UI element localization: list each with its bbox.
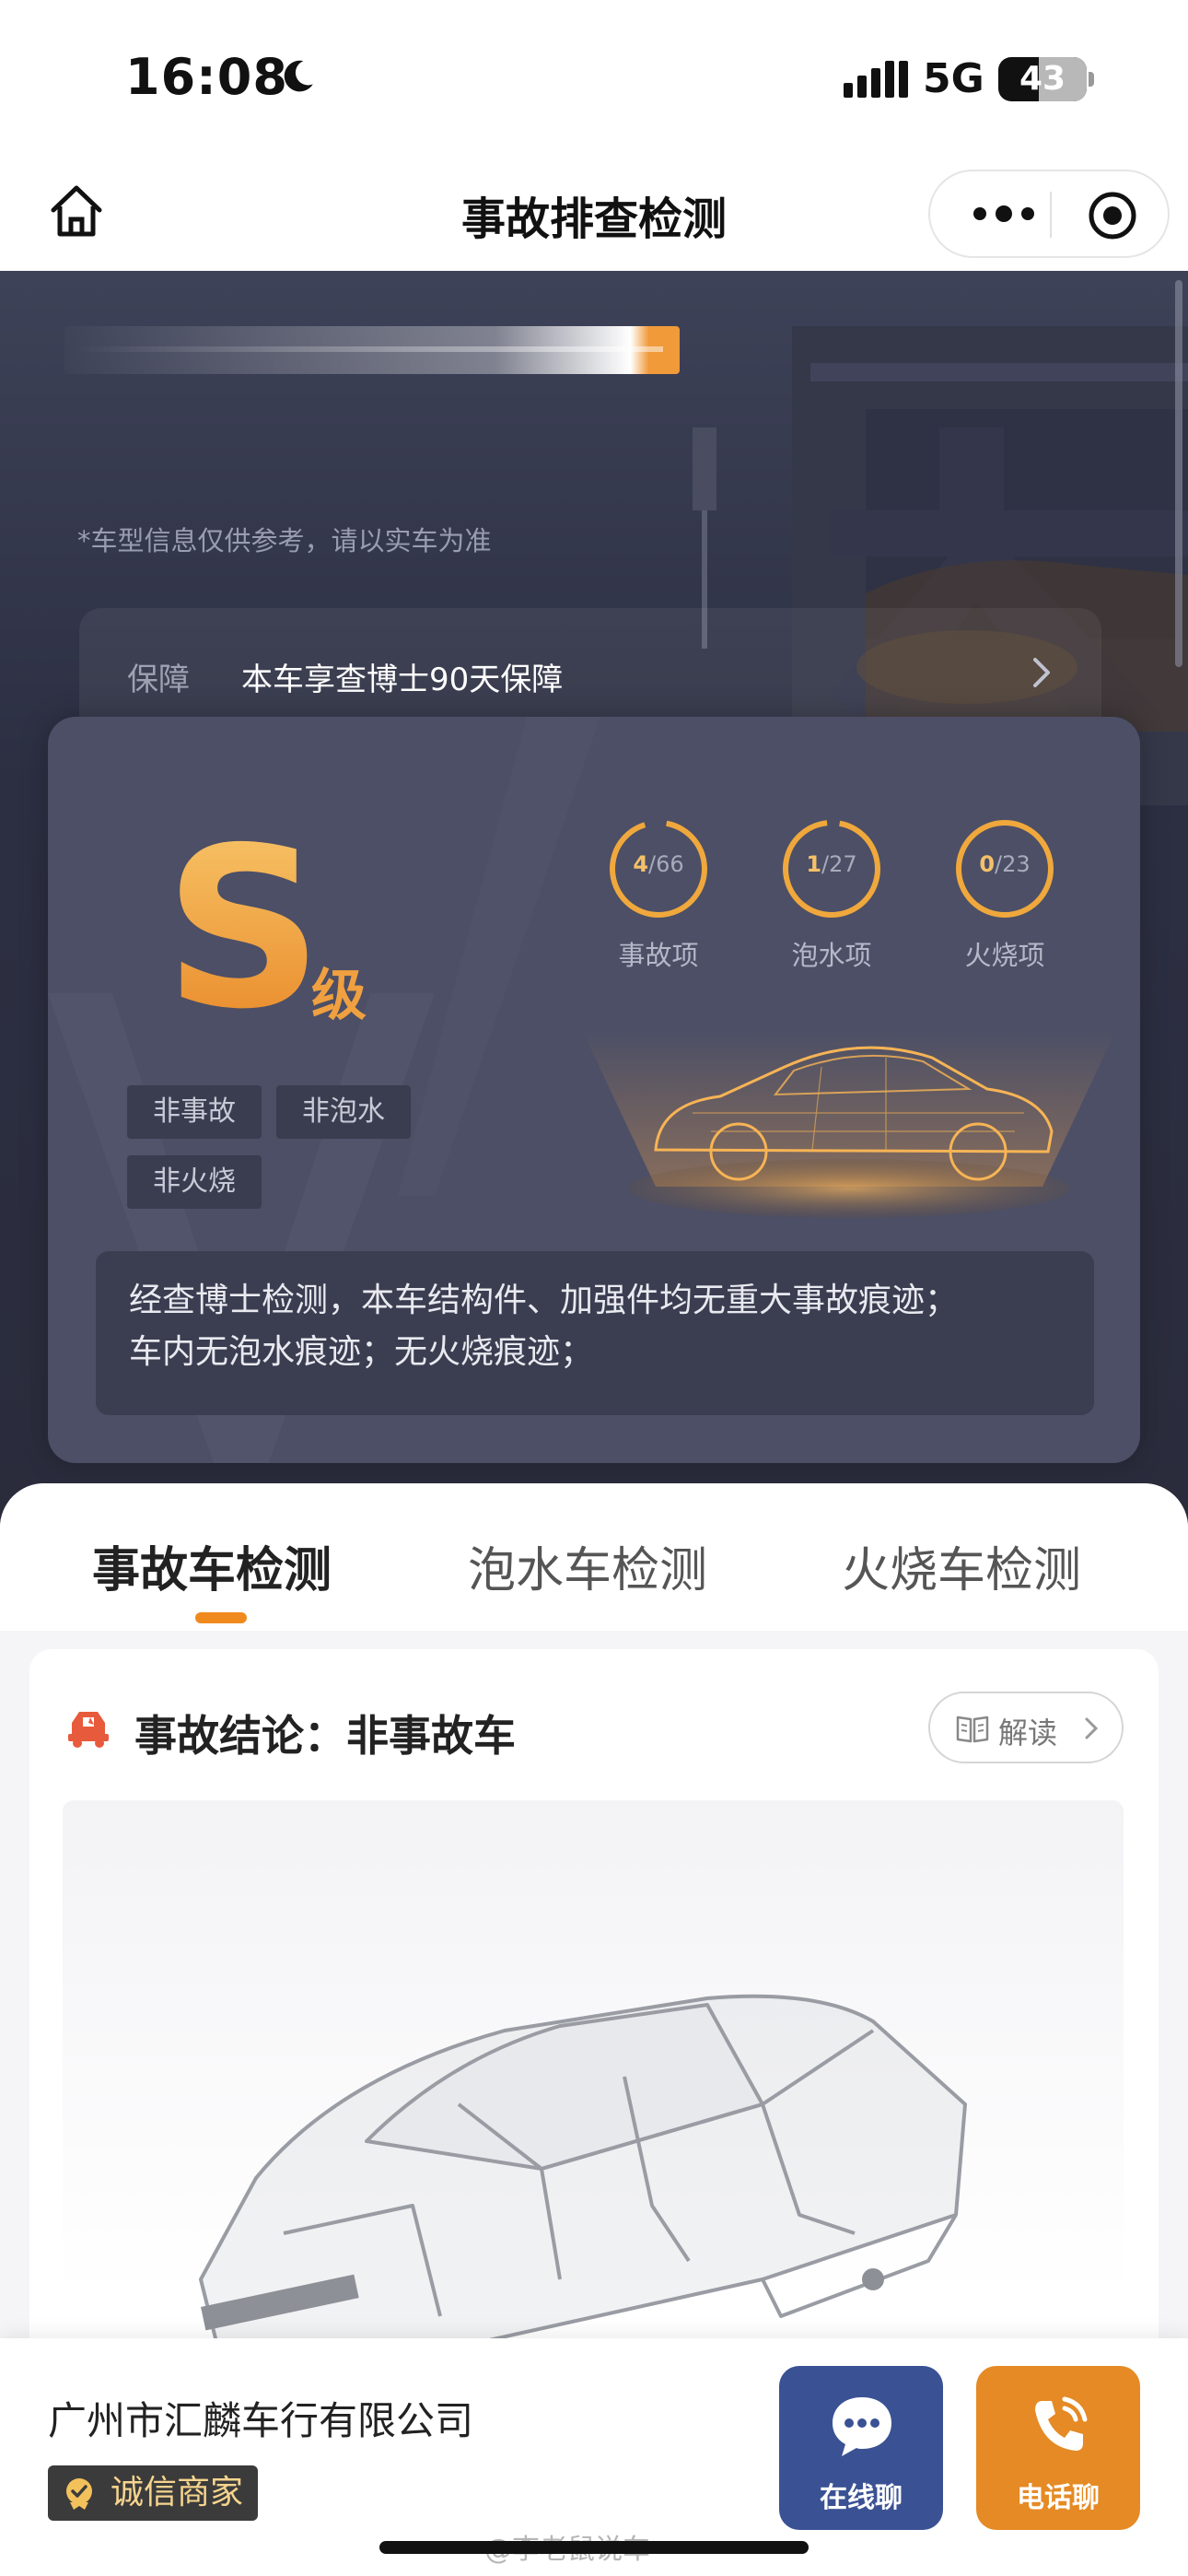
chevron-right-icon xyxy=(1085,1717,1099,1739)
tab-fire-check[interactable]: 火烧车检测 xyxy=(842,1531,1081,1600)
summary-line-2: 车内无泡水痕迹；无火烧痕迹； xyxy=(129,1333,594,1371)
network-type: 5G xyxy=(923,55,984,102)
car-wireframe-icon xyxy=(582,1030,1116,1218)
tag-non-flood: 非泡水 xyxy=(276,1085,411,1139)
interpret-button[interactable]: 解读 xyxy=(928,1692,1124,1763)
battery-level: 43 xyxy=(1019,60,1066,98)
medal-icon xyxy=(66,2478,92,2510)
accident-label: 事故项 xyxy=(618,940,699,971)
signal-icon xyxy=(844,61,908,98)
grade-suffix: 级 xyxy=(311,964,367,1028)
disclaimer-text: *车型信息仅供参考，请以实车为准 xyxy=(77,525,492,556)
moon-icon xyxy=(284,60,313,92)
tag-non-fire: 非火烧 xyxy=(127,1155,262,1209)
model-name-line xyxy=(74,346,663,352)
guarantee-text: 本车享查博士90天保障 xyxy=(241,662,564,698)
home-indicator xyxy=(379,2541,809,2554)
fire-count: 0/23 xyxy=(979,851,1031,877)
fire-label: 火烧项 xyxy=(964,940,1045,971)
tab-accident-check[interactable]: 事故车检测 xyxy=(92,1531,332,1600)
mini-program-capsule xyxy=(928,170,1170,258)
capsule-divider xyxy=(1050,192,1052,238)
battery-nub xyxy=(1089,72,1094,87)
flood-label: 泡水项 xyxy=(791,940,872,971)
tab-flood-check[interactable]: 泡水车检测 xyxy=(468,1531,707,1600)
dealer-name[interactable]: 广州市汇麟车行有限公司 xyxy=(48,2390,473,2446)
accident-conclusion: 事故结论：非事故车 xyxy=(134,1711,516,1761)
status-bar: 16:08 5G 43 xyxy=(0,0,1188,157)
phone-call-button[interactable]: 电话聊 xyxy=(976,2366,1140,2530)
badge-label: 诚信商家 xyxy=(111,2474,244,2512)
more-icon[interactable] xyxy=(967,197,1041,230)
grade-letter: S xyxy=(164,800,323,1058)
chevron-right-icon xyxy=(1033,658,1050,687)
grade-card: S 级 非事故 非泡水 非火烧 4/66 事故项 1/27 泡水项 0/23 火… xyxy=(48,717,1140,1463)
trusted-dealer-badge: 诚信商家 xyxy=(48,2465,259,2521)
online-chat-label: 在线聊 xyxy=(820,2482,903,2514)
close-miniprogram-icon[interactable] xyxy=(1087,190,1138,241)
phone-icon xyxy=(1035,2396,1088,2451)
phone-call-label: 电话聊 xyxy=(1017,2482,1100,2514)
nav-bar: 事故排查检测 xyxy=(0,157,1188,271)
car-crash-icon xyxy=(68,1712,109,1748)
accident-count: 4/66 xyxy=(633,851,684,877)
active-tab-indicator xyxy=(195,1612,247,1623)
flood-count: 1/27 xyxy=(806,851,857,877)
online-chat-button[interactable]: 在线聊 xyxy=(779,2366,943,2530)
chat-bubble-icon xyxy=(833,2397,891,2456)
book-icon xyxy=(956,1715,989,1743)
tab-bar: 事故车检测 泡水车检测 火烧车检测 xyxy=(0,1483,1188,1631)
guarantee-label: 保障 xyxy=(127,662,190,698)
battery-icon: 43 xyxy=(998,57,1087,101)
summary-line-1: 经查博士检测，本车结构件、加强件均无重大事故痕迹； xyxy=(129,1282,959,1319)
interpret-label: 解读 xyxy=(998,1715,1058,1751)
hero-section: *车型信息仅供参考，请以实车为准 保障 本车享查博士90天保障 S 级 非事故 … xyxy=(0,271,1188,1542)
status-time: 16:08 xyxy=(125,48,288,106)
inspection-summary: 经查博士检测，本车结构件、加强件均无重大事故痕迹； 车内无泡水痕迹；无火烧痕迹； xyxy=(96,1251,1094,1415)
tag-non-accident: 非事故 xyxy=(127,1085,262,1139)
